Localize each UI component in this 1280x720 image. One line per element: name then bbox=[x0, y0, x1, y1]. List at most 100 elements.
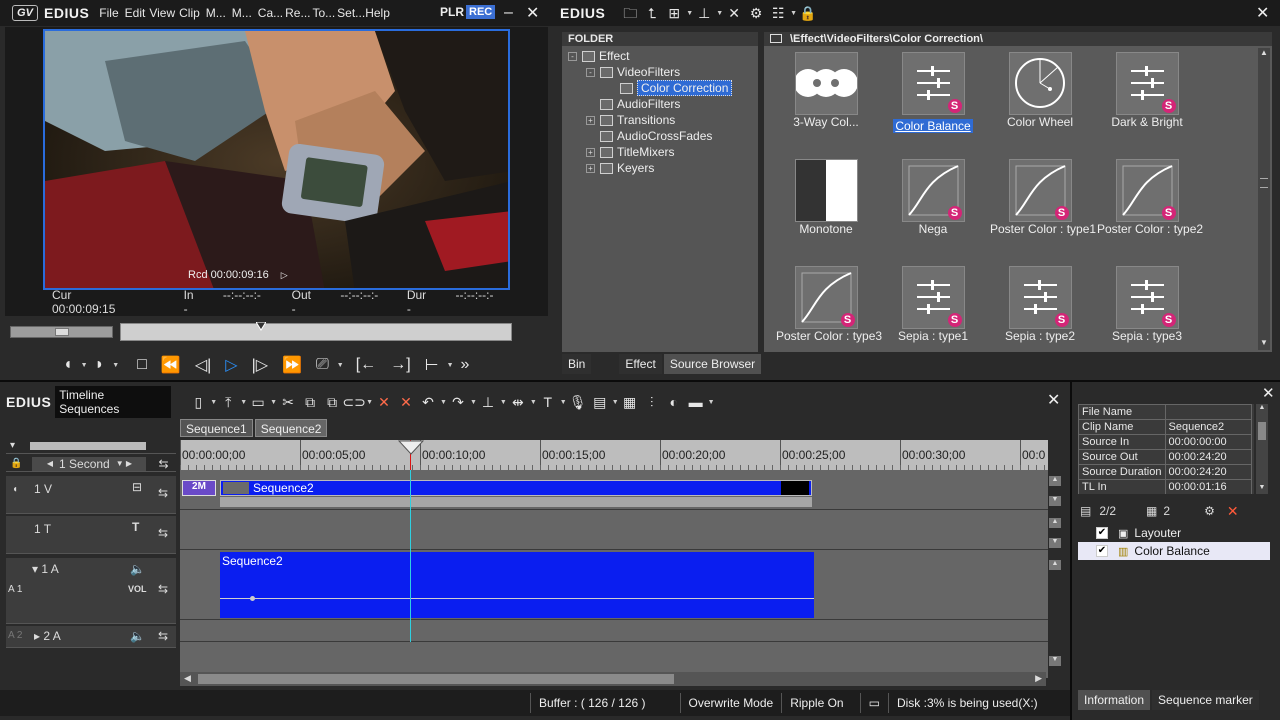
expand-icon[interactable]: ⇆ bbox=[158, 629, 168, 643]
effect-item-nega[interactable]: S Nega bbox=[883, 159, 983, 259]
go-to-out-icon[interactable]: →] bbox=[390, 356, 410, 374]
step-forward-icon[interactable]: |▷ bbox=[252, 355, 268, 375]
layout-icon[interactable]: ▬ bbox=[685, 392, 707, 412]
properties-icon[interactable]: ⚙ bbox=[745, 3, 767, 23]
monitor-icon[interactable]: ▭ bbox=[859, 693, 888, 713]
set-out-icon[interactable]: ◗ bbox=[95, 356, 105, 374]
menu-file[interactable]: File bbox=[99, 6, 118, 20]
info-scrollbar[interactable]: ▲ ▼ bbox=[1256, 404, 1268, 494]
set-in-icon[interactable]: ◖ bbox=[63, 356, 73, 374]
tab-information[interactable]: Information bbox=[1078, 690, 1151, 710]
menu-capture[interactable]: Ca... bbox=[258, 6, 283, 20]
layer-color-balance[interactable]: ✔ ▥ Color Balance bbox=[1078, 542, 1270, 560]
menu-help[interactable]: Help bbox=[365, 6, 390, 20]
copy-icon[interactable]: ⧉ bbox=[299, 392, 321, 412]
checkbox-icon[interactable]: ✔ bbox=[1096, 527, 1108, 539]
zoom-slider[interactable] bbox=[30, 442, 146, 450]
microphone-icon[interactable]: 🎙 bbox=[567, 392, 589, 412]
collapse-icon[interactable]: - bbox=[568, 51, 577, 61]
render-icon[interactable]: ▤ bbox=[589, 392, 611, 412]
step-back-icon[interactable]: ◁| bbox=[195, 355, 211, 375]
effect-item-poster-color-type1[interactable]: S Poster Color : type1 bbox=[990, 159, 1096, 259]
menu-render[interactable]: Re... bbox=[285, 6, 310, 20]
vectorscope-icon[interactable]: ◐ bbox=[663, 392, 685, 412]
close-icon[interactable]: ✕ bbox=[1262, 384, 1275, 402]
title-icon[interactable]: T bbox=[537, 392, 559, 412]
new-sequence-icon[interactable]: ▯ bbox=[187, 392, 209, 412]
up-folder-icon[interactable]: ⮤ bbox=[641, 3, 663, 23]
expand-icon[interactable]: ⇆ bbox=[158, 582, 168, 596]
effect-item-poster-color-type3[interactable]: S Poster Color : type3 bbox=[776, 266, 882, 366]
effect-item-color-balance[interactable]: S Color Balance bbox=[883, 52, 983, 152]
layer-layouter[interactable]: ✔ ▣ Layouter bbox=[1078, 524, 1270, 542]
ripple-delete-icon[interactable]: ✕ bbox=[395, 392, 417, 412]
rewind-icon[interactable]: ⏪ bbox=[161, 355, 181, 375]
position-knob[interactable] bbox=[255, 321, 268, 331]
scroll-thumb[interactable] bbox=[198, 674, 674, 684]
layer-list-icon[interactable]: ▤ bbox=[1080, 504, 1091, 518]
video-mute-icon[interactable]: ◖ bbox=[12, 484, 18, 495]
menu-settings[interactable]: Set... bbox=[337, 6, 365, 20]
effect-item-sepia-type1[interactable]: S Sepia : type1 bbox=[883, 266, 983, 366]
close-icon[interactable]: ✕ bbox=[526, 3, 539, 23]
tab-bin[interactable]: Bin bbox=[562, 354, 592, 374]
grid-icon[interactable]: ▦ bbox=[619, 392, 641, 412]
tab-sequence2[interactable]: Sequence2 bbox=[254, 419, 328, 437]
delete-clip-icon[interactable]: ✕ bbox=[373, 392, 395, 412]
tree-item-transitions[interactable]: + Transitions bbox=[586, 112, 675, 128]
effect-item-color-wheel[interactable]: Color Wheel bbox=[990, 52, 1090, 152]
keyframe-icon[interactable]: ⚙ bbox=[1204, 504, 1215, 518]
add-marker-icon[interactable]: ⊥ bbox=[477, 392, 499, 412]
effects-scrollbar[interactable]: ▲ ▼ bbox=[1258, 48, 1270, 350]
plr-toggle[interactable]: PLR bbox=[440, 5, 464, 19]
menu-clip[interactable]: Clip bbox=[179, 6, 200, 20]
more-icon[interactable]: » bbox=[461, 356, 470, 374]
track-1t-header[interactable]: 1 T T ⇆ bbox=[6, 516, 176, 554]
edit-mode-status[interactable]: Overwrite Mode bbox=[679, 693, 782, 713]
view-mode-icon[interactable]: ☷ bbox=[767, 3, 789, 23]
track-1v-header[interactable]: ◖ 1 V ⊟ ⇆ bbox=[6, 476, 176, 514]
delete-layer-icon[interactable]: ✕ bbox=[1227, 503, 1239, 520]
mixer-band[interactable] bbox=[220, 497, 812, 507]
tree-item-keyers[interactable]: + Keyers bbox=[586, 160, 654, 176]
scale-selector[interactable]: ◀ 1 Second ▼ ▶ bbox=[32, 456, 147, 471]
mixer-icon[interactable]: ⫶ bbox=[641, 392, 663, 412]
rec-toggle[interactable]: REC bbox=[466, 5, 496, 19]
timeline-ruler[interactable]: 00:00:00;00 00:00:05;00 00:00:10;00 00:00:1… bbox=[180, 440, 1048, 470]
replace-icon[interactable]: ⊂⊃ bbox=[342, 392, 365, 412]
lock-icon[interactable]: 🔒 bbox=[10, 458, 22, 469]
close-icon[interactable]: ✕ bbox=[1047, 390, 1060, 410]
paste-icon[interactable]: ⧉ bbox=[321, 392, 343, 412]
shuttle-slider[interactable] bbox=[10, 326, 113, 338]
speaker-icon[interactable]: 🔈 bbox=[130, 629, 145, 643]
effect-item-monotone[interactable]: Monotone bbox=[776, 159, 876, 259]
playhead-marker[interactable] bbox=[397, 440, 425, 459]
close-icon[interactable]: ✕ bbox=[1256, 3, 1269, 23]
tree-item-color-correction[interactable]: Color Correction bbox=[620, 80, 733, 96]
minimize-icon[interactable]: – bbox=[504, 4, 513, 22]
horizontal-scrollbar[interactable]: ◀ ▶ bbox=[180, 672, 1046, 686]
tab-sequence1[interactable]: Sequence1 bbox=[180, 419, 253, 437]
sync-lock-icon[interactable]: ▾ bbox=[10, 440, 15, 451]
effect-item-sepia-type3[interactable]: S Sepia : type3 bbox=[1097, 266, 1197, 366]
tree-item-audiofilters[interactable]: AudioFilters bbox=[600, 96, 680, 112]
cut-icon[interactable]: ✂ bbox=[277, 392, 299, 412]
expand-icon[interactable]: + bbox=[586, 115, 595, 125]
save-icon[interactable]: ▭ bbox=[247, 392, 269, 412]
expand-icon[interactable]: + bbox=[586, 147, 595, 157]
clip-thumb-start[interactable]: 2M bbox=[182, 480, 216, 496]
insert-icon[interactable]: ⊢ bbox=[425, 355, 439, 375]
shuttle-handle[interactable] bbox=[55, 328, 69, 336]
effect-item-3-way-col[interactable]: 3-Way Col... bbox=[776, 52, 876, 152]
tree-item-audiocrossfades[interactable]: AudioCrossFades bbox=[600, 128, 712, 144]
add-icon[interactable]: ⊥ bbox=[693, 3, 715, 23]
open-project-icon[interactable]: ⤒ bbox=[217, 392, 239, 412]
delete-icon[interactable]: ✕ bbox=[723, 3, 745, 23]
track-1a-header[interactable]: A 1 ▾ 1 A 🔈 VOL ⇆ bbox=[6, 558, 176, 624]
effect-item-poster-color-type2[interactable]: S Poster Color : type2 bbox=[1097, 159, 1203, 259]
tree-item-titlemixers[interactable]: + TitleMixers bbox=[586, 144, 675, 160]
collapse-icon[interactable]: - bbox=[586, 67, 595, 77]
menu-marker[interactable]: M... bbox=[206, 6, 226, 20]
effect-item-sepia-type2[interactable]: S Sepia : type2 bbox=[990, 266, 1090, 366]
ripple-status[interactable]: Ripple On bbox=[781, 693, 851, 713]
